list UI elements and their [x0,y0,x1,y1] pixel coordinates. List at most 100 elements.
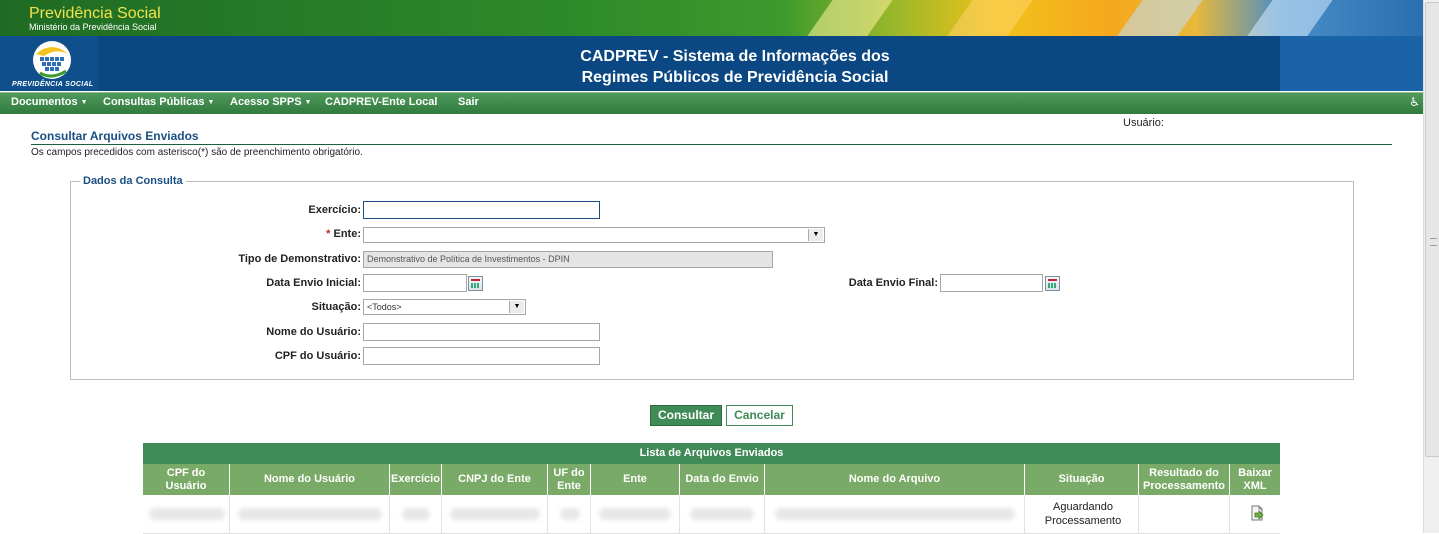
nav-consultas-publicas[interactable]: Consultas Públicas ▼ [103,96,214,108]
ente-label: * Ente: [200,228,361,240]
column-header[interactable]: UF do Ente [548,464,591,495]
column-header[interactable]: Data do Envio [680,464,765,495]
tipo-demonstrativo-field: Demonstrativo de Política de Investiment… [363,251,773,268]
exercicio-label: Exercício: [308,204,361,216]
fieldset-legend: Dados da Consulta [80,175,186,187]
situacao-value: Aguardando Processamento [1026,500,1140,528]
scrollbar-thumb[interactable] [1425,2,1439,457]
column-header-line: Situação [1058,473,1105,485]
column-header-line: Exercício [391,473,440,485]
top-banner [0,0,1423,36]
brand-subtitle: Ministério da Previdência Social [29,22,157,32]
column-header-line: Processamento [1143,479,1225,492]
column-header[interactable]: Baixar XML [1230,464,1280,495]
nav-acesso-spps[interactable]: Acesso SPPS ▼ [230,96,311,108]
banner-stripe [947,0,1033,36]
column-header-line: Nome do Arquivo [848,473,941,485]
brand-title: Previdência Social [29,5,161,22]
header-right-panel [1280,36,1423,91]
table-cell [1139,495,1230,533]
column-header-line: Baixar [1238,466,1272,479]
redacted-text [149,508,225,520]
table-cell [230,495,390,533]
table-cell [143,495,230,533]
title-divider [31,144,1392,145]
vertical-scrollbar[interactable] [1423,0,1439,533]
nav-label: Documentos [11,96,78,108]
caret-down-icon: ▼ [80,99,88,106]
calendar-icon[interactable] [1045,276,1060,291]
data-envio-inicial-label: Data Envio Inicial: [266,277,361,289]
nav-cadprev-ente-local[interactable]: CADPREV-Ente Local [325,96,437,108]
nav-sair[interactable]: Sair [458,96,479,108]
system-title-line2: Regimes Públicos de Previdência Social [581,69,889,86]
exercicio-input[interactable] [363,201,600,219]
table-cell [442,495,548,533]
banner-stripe [1247,0,1333,36]
table-row[interactable]: Aguardando Processamento [143,495,1280,534]
caret-down-icon: ▼ [304,99,312,106]
system-title-line1: CADPREV - Sistema de Informações dos [580,48,890,65]
column-header[interactable]: Nome do Usuário [230,464,390,495]
redacted-text [690,508,754,520]
consultar-button[interactable]: Consultar [650,405,722,426]
redacted-text [599,508,671,520]
nome-usuario-label: Nome do Usuário: [266,326,361,338]
situacao-select[interactable]: <Todos> ▼ [363,299,526,315]
column-header[interactable]: CNPJ do Ente [442,464,548,495]
column-header[interactable]: Resultado do Processamento [1139,464,1230,495]
page-title: Consultar Arquivos Enviados [31,129,199,143]
column-header-line: Ente [557,479,581,492]
column-header-line: XML [1243,479,1267,492]
column-header-line: UF do [553,466,585,479]
column-header[interactable]: Exercício [390,464,442,495]
system-title: CADPREV - Sistema de Informações dos Reg… [480,46,990,88]
wheelchair-icon[interactable]: ♿ [1409,95,1420,109]
cpf-usuario-input[interactable] [363,347,600,365]
dropdown-arrow-icon[interactable]: ▼ [808,229,823,241]
nome-usuario-input[interactable] [363,323,600,341]
column-header[interactable]: Situação [1025,464,1139,495]
nav-label: Sair [458,96,479,108]
table-header-row: CPF do Usuário Nome do Usuário Exercício … [143,464,1280,495]
tipo-demonstrativo-label: Tipo de Demonstrativo: [238,253,361,265]
nav-label: Consultas Públicas [103,96,205,108]
table-title: Lista de Arquivos Enviados [143,443,1280,464]
data-envio-inicial-input[interactable] [363,274,467,292]
redacted-text [560,508,580,520]
caret-down-icon: ▼ [207,99,215,106]
ente-select[interactable]: ▼ [363,227,825,243]
banner-stripe [1117,0,1203,36]
table-cell [548,495,591,533]
situacao-line: Processamento [1044,515,1122,527]
data-envio-final-input[interactable] [940,274,1043,292]
column-header-line: Nome do Usuário [263,473,356,485]
column-header[interactable]: CPF do Usuário [143,464,230,495]
required-asterisk: * [326,228,331,240]
column-header-line: CNPJ do Ente [458,473,531,485]
table-cell [765,495,1025,533]
column-header[interactable]: Ente [591,464,680,495]
download-xml-icon[interactable] [1249,505,1265,521]
table-cell [591,495,680,533]
column-header[interactable]: Nome do Arquivo [765,464,1025,495]
usuario-label: Usuário: [1123,117,1164,129]
banner-stripe [807,0,893,36]
cancelar-button[interactable]: Cancelar [726,405,793,426]
data-envio-final-label: Data Envio Final: [848,277,938,289]
situacao-line: Aguardando [1053,501,1113,513]
table-cell [680,495,765,533]
scrollbar-grip-icon [1430,238,1437,246]
nav-label: Acesso SPPS [230,96,302,108]
nav-documentos[interactable]: Documentos ▼ [11,96,88,108]
redacted-text [238,508,382,520]
column-header-line: Usuário [165,479,207,492]
column-header-line: Resultado do [1149,466,1219,479]
column-header-line: Ente [623,473,647,485]
dropdown-arrow-icon[interactable]: ▼ [509,301,524,313]
calendar-icon[interactable] [468,276,483,291]
cpf-usuario-label: CPF do Usuário: [274,350,361,362]
redacted-text [402,508,430,520]
column-header-line: CPF do [166,466,206,479]
required-fields-note: Os campos precedidos com asterisco(*) sã… [31,147,363,158]
